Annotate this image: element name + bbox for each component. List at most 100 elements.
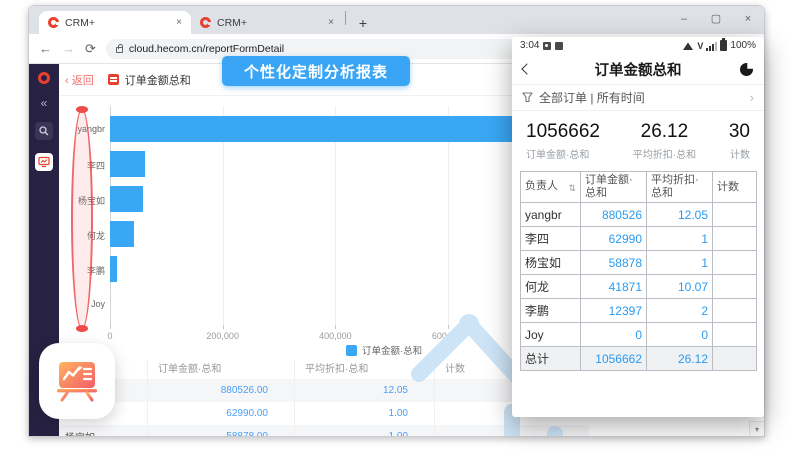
table-cell: 12397 — [581, 299, 647, 323]
tick-mark — [110, 325, 111, 329]
window-controls: – ▢ × — [668, 6, 764, 32]
phone-table-row[interactable]: 李四629901 — [521, 227, 757, 251]
col-discount[interactable]: 平均折扣·总和 — [647, 172, 713, 203]
x-tick-label: 600,000 — [432, 331, 465, 341]
table-cell — [713, 347, 757, 371]
tab-separator — [345, 11, 346, 25]
new-tab-button[interactable]: + — [350, 11, 376, 34]
col-amount: 订单金额·总和 — [147, 360, 294, 379]
filter-text: 全部订单 | 所有时间 — [539, 89, 645, 106]
report-data-table: 订单金额·总和 平均折扣·总和 计数 yangbr880526.0012.051… — [59, 360, 589, 436]
phone-table-row[interactable]: Joy00 — [521, 323, 757, 347]
red-highlight-annotation — [71, 108, 93, 330]
table-row[interactable]: yangbr880526.0012.0514 — [59, 379, 589, 402]
status-time: 3:04 — [520, 40, 539, 51]
phone-nav-bar: 订单金额总和 — [512, 54, 764, 84]
table-cell: 杨宝如 — [521, 251, 581, 275]
phone-total-row[interactable]: 总计105666226.12 — [521, 347, 757, 371]
col-discount: 平均折扣·总和 — [294, 360, 434, 379]
phone-filter-bar[interactable]: 全部订单 | 所有时间 › — [512, 84, 764, 111]
report-fab-button[interactable] — [39, 343, 115, 419]
table-cell: 0 — [581, 323, 647, 347]
search-icon[interactable] — [35, 122, 53, 140]
wifi-icon — [682, 41, 694, 51]
funnel-icon — [522, 92, 533, 103]
sort-icon: ⇅ — [568, 183, 576, 194]
page-title: 订单金额总和 — [125, 72, 191, 88]
table-cell: 58878 — [581, 251, 647, 275]
summary-amount: 1056662 订单金额·总和 — [526, 121, 600, 161]
forward-icon[interactable]: → — [62, 41, 75, 56]
table-cell — [434, 425, 574, 436]
tab-title: CRM+ — [217, 17, 247, 29]
phone-table-row[interactable]: 杨宝如588781 — [521, 251, 757, 275]
signal-bars-icon — [706, 41, 717, 51]
table-cell — [713, 323, 757, 347]
url-text: cloud.hecom.cn/reportFormDetail — [129, 43, 284, 55]
phone-status-bar: 3:04 V 100% — [512, 37, 764, 54]
table-row[interactable]: 李四62990.001.001 — [59, 402, 589, 425]
table-header-row: 订单金额·总和 平均折扣·总和 计数 — [59, 360, 589, 379]
bar-李四[interactable] — [110, 151, 145, 177]
back-icon[interactable]: ← — [39, 41, 52, 56]
sidebar-item-report[interactable] — [35, 153, 53, 171]
phone-table-row[interactable]: yangbr88052612.05 — [521, 203, 757, 227]
table-cell — [713, 275, 757, 299]
phone-summary: 1056662 订单金额·总和 26.12 平均折扣·总和 30 计数 — [512, 111, 764, 169]
scrollbar-down-arrow[interactable]: ▾ — [749, 421, 764, 436]
battery-percent: 100% — [730, 40, 756, 51]
tab-close-icon[interactable]: × — [176, 17, 182, 28]
x-tick-label: 0 — [107, 331, 112, 341]
legend-swatch — [346, 345, 357, 356]
table-cell: 2 — [647, 299, 713, 323]
maximize-button[interactable]: ▢ — [700, 6, 732, 32]
phone-data-table: 负责人⇅ 订单金额·总和 平均折扣·总和 计数 yangbr88052612.0… — [520, 171, 757, 371]
table-cell: 26.12 — [647, 347, 713, 371]
col-amount[interactable]: 订单金额·总和 — [581, 172, 647, 203]
chevron-right-icon: › — [750, 90, 754, 105]
tab-strip: CRM+ × CRM+ × + – ▢ × — [29, 6, 764, 34]
pie-chart-icon[interactable] — [739, 62, 754, 77]
phone-table-row[interactable]: 李鹏123972 — [521, 299, 757, 323]
chart-legend[interactable]: 订单金额·总和 — [346, 343, 422, 357]
table-cell: 1 — [647, 251, 713, 275]
crm-favicon — [200, 17, 211, 28]
x-tick-label: 400,000 — [319, 331, 352, 341]
summary-count: 30 计数 — [729, 121, 750, 161]
table-cell: 62990 — [581, 227, 647, 251]
tab-crm-1[interactable]: CRM+ × — [39, 11, 191, 34]
table-cell — [713, 227, 757, 251]
minimize-button[interactable]: – — [668, 6, 700, 32]
table-cell: 总计 — [521, 347, 581, 371]
table-row[interactable]: 杨宝如58878.001.00 — [59, 425, 589, 436]
table-cell: 12.05 — [647, 203, 713, 227]
bar-何龙[interactable] — [110, 221, 134, 247]
table-cell: 10.07 — [647, 275, 713, 299]
tab-close-icon[interactable]: × — [328, 17, 334, 28]
bar-杨宝如[interactable] — [110, 186, 143, 212]
col-owner[interactable]: 负责人⇅ — [521, 172, 581, 203]
close-button[interactable]: × — [732, 6, 764, 32]
table-cell — [713, 251, 757, 275]
annotation-badge: 个性化定制分析报表 — [222, 56, 410, 86]
bar-李鹏[interactable] — [110, 256, 117, 282]
table-cell: 1056662 — [581, 347, 647, 371]
tab-crm-2[interactable]: CRM+ × — [191, 11, 343, 34]
refresh-icon[interactable]: ⟳ — [85, 41, 96, 57]
page-back-link[interactable]: ‹ 返回 — [65, 72, 94, 88]
table-cell: 何龙 — [521, 275, 581, 299]
table-cell: 880526 — [581, 203, 647, 227]
crm-favicon — [48, 17, 59, 28]
table-cell: 880526.00 — [147, 379, 294, 402]
col-count[interactable]: 计数 — [713, 172, 757, 203]
table-cell — [713, 299, 757, 323]
table-cell: 杨宝如 — [59, 429, 147, 436]
phone-back-icon[interactable] — [521, 63, 532, 74]
table-cell: 1.00 — [294, 425, 434, 436]
table-cell: 58878.00 — [147, 425, 294, 436]
collapse-sidebar-icon[interactable]: « — [41, 97, 48, 109]
phone-table-row[interactable]: 何龙4187110.07 — [521, 275, 757, 299]
table-cell: 12.05 — [294, 379, 434, 402]
presentation-chart-icon — [54, 358, 100, 404]
phone-table-header: 负责人⇅ 订单金额·总和 平均折扣·总和 计数 — [521, 172, 757, 203]
